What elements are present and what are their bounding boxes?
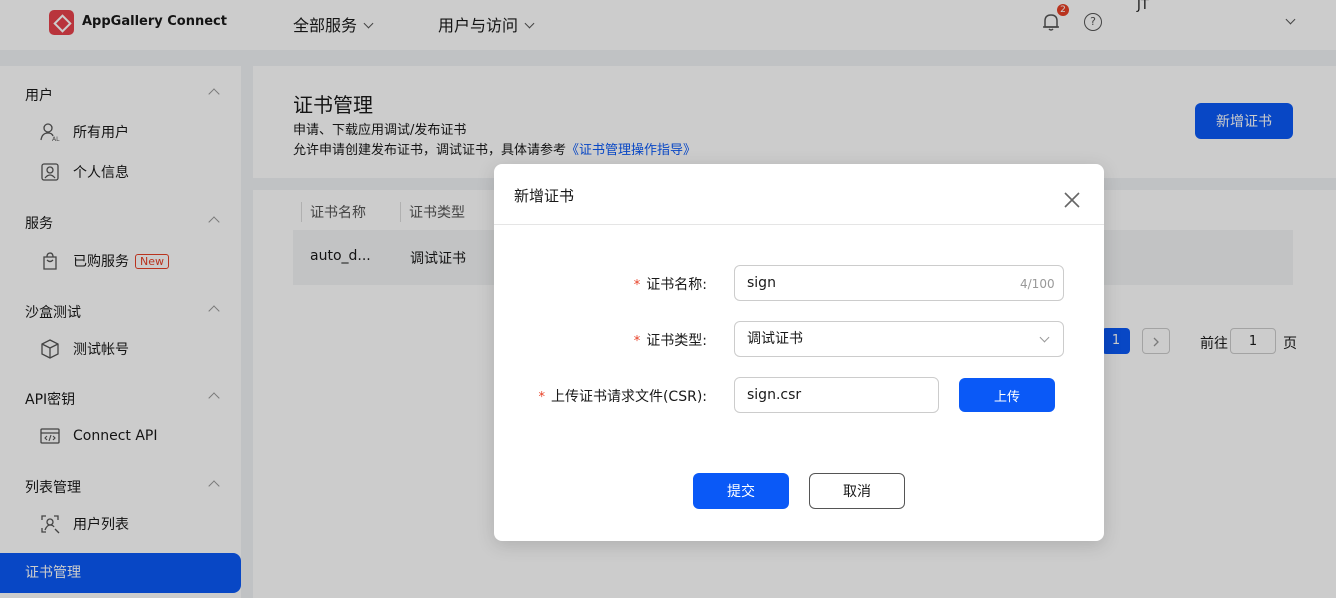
dialog-title: 新增证书 <box>514 187 575 205</box>
csr-upload-label: * 上传证书请求文件(CSR): <box>538 386 707 406</box>
csr-file-input[interactable]: sign.csr <box>734 377 939 413</box>
cert-name-label-text: 证书名称: <box>646 277 707 293</box>
cert-type-select[interactable]: 调试证书 <box>734 321 1064 357</box>
cancel-button[interactable]: 取消 <box>809 473 905 509</box>
cert-type-label-text: 证书类型: <box>646 333 707 349</box>
add-certificate-dialog: 新增证书 * 证书名称: sign 4/100 * 证书类型: 调试证书 * 上传证书… <box>494 164 1104 541</box>
upload-button[interactable]: 上传 <box>959 378 1055 412</box>
close-icon[interactable] <box>1062 190 1082 210</box>
csr-upload-label-text: 上传证书请求文件(CSR): <box>550 389 707 405</box>
char-counter: 4/100 <box>1020 277 1055 291</box>
submit-button[interactable]: 提交 <box>693 473 789 509</box>
required-mark: * <box>633 334 641 349</box>
required-mark: * <box>633 278 641 293</box>
cert-name-input[interactable]: sign <box>734 265 1064 301</box>
cert-name-label: * 证书名称: <box>634 274 707 294</box>
cert-type-label: * 证书类型: <box>634 330 707 350</box>
required-mark: * <box>538 390 545 405</box>
divider <box>494 224 1104 225</box>
